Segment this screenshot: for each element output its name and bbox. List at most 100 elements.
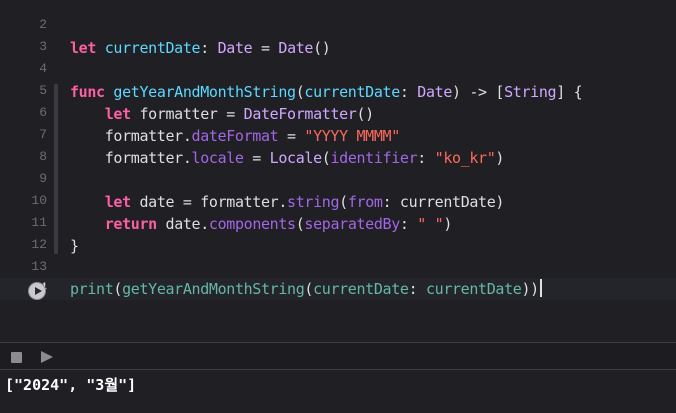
code-text: formatter.locale = Locale(identifier: "k… — [70, 148, 505, 168]
code-text: let currentDate: Date = Date() — [70, 38, 331, 58]
line-number: 9 — [39, 171, 47, 186]
code-token: Date — [217, 39, 253, 57]
code-token: : — [399, 83, 418, 101]
code-token: currentDate — [304, 83, 400, 101]
code-token: = — [278, 127, 305, 145]
line-number: 6 — [39, 105, 47, 120]
code-token: : — [417, 149, 435, 167]
code-token: return — [104, 215, 157, 233]
code-token: Date — [278, 39, 314, 57]
code-line[interactable]: 8 formatter.locale = Locale(identifier: … — [0, 147, 676, 169]
code-token: Locale — [269, 149, 322, 167]
code-token: locale — [191, 149, 244, 167]
code-token: let — [104, 105, 131, 123]
code-line[interactable]: 14print(getYearAndMonthString(currentDat… — [0, 278, 676, 300]
code-line[interactable]: 6 let formatter = DateFormatter() — [0, 103, 676, 125]
code-token: formatter. — [70, 127, 192, 145]
code-text: let date = formatter.string(from: curren… — [70, 192, 505, 212]
code-token: )) — [521, 280, 539, 298]
code-token: from — [347, 193, 383, 211]
code-text: print(getYearAndMonthString(currentDate:… — [70, 279, 542, 299]
code-token: ( — [339, 193, 348, 211]
play-icon[interactable] — [41, 351, 53, 363]
line-number: 4 — [39, 61, 47, 76]
code-text: return date.components(separatedBy: " ") — [70, 214, 453, 234]
code-token: string — [287, 193, 340, 211]
code-token: ) -> [ — [452, 83, 505, 101]
code-line[interactable]: 2 — [0, 15, 676, 37]
code-token: " " — [417, 215, 444, 233]
code-fold-ribbon[interactable] — [54, 84, 58, 254]
code-token: Date — [417, 83, 453, 101]
line-number: 10 — [31, 193, 47, 208]
code-token: ( — [113, 280, 123, 298]
code-line[interactable]: 12} — [0, 235, 676, 257]
code-token: print — [70, 280, 114, 298]
console-output: ["2024", "3월"] — [5, 376, 137, 394]
stop-icon[interactable] — [11, 352, 22, 363]
code-token: formatter = — [130, 105, 244, 123]
code-token: currentDate — [425, 280, 522, 298]
debug-toolbar — [0, 342, 676, 370]
code-token: : — [399, 215, 418, 233]
console-area[interactable]: ["2024", "3월"] — [0, 370, 676, 413]
line-number: 2 — [39, 17, 47, 32]
code-token: : — [200, 39, 218, 57]
code-line[interactable]: 9 — [0, 169, 676, 191]
code-token: currentDate — [313, 280, 409, 298]
line-number: 11 — [31, 215, 47, 230]
code-text: } — [70, 236, 79, 256]
code-token: ) — [443, 215, 453, 233]
code-line[interactable]: 5 func getYearAndMonthString(currentDate:… — [0, 81, 676, 103]
code-line[interactable]: 4 — [0, 59, 676, 81]
code-token: let — [104, 193, 131, 211]
code-token: : — [408, 280, 426, 298]
code-editor[interactable]: 2 3 let currentDate: Date = Date() 4 5 func g… — [0, 0, 676, 342]
line-number: 8 — [39, 149, 47, 164]
code-token: formatter. — [70, 149, 192, 167]
code-token: } — [70, 237, 79, 255]
line-number: 7 — [39, 127, 47, 142]
code-token: DateFormatter — [243, 105, 357, 123]
code-token: func — [70, 83, 105, 101]
code-token: date. — [156, 215, 210, 233]
code-token: = — [243, 149, 270, 167]
line-number: 3 — [39, 39, 47, 54]
text-cursor — [539, 279, 542, 297]
code-token: () — [356, 105, 375, 123]
code-text: let formatter = DateFormatter() — [70, 104, 374, 124]
code-token: currentDate — [104, 39, 201, 57]
code-line[interactable]: 10 let date = formatter.string(from: cur… — [0, 191, 676, 213]
code-token: String — [504, 83, 557, 101]
code-text: func getYearAndMonthString(currentDate: … — [70, 82, 583, 102]
code-line[interactable]: 7 formatter.dateFormat = "YYYY MMMM" — [0, 125, 676, 147]
line-number: 12 — [31, 237, 47, 252]
code-token: = — [252, 39, 279, 57]
code-token: () — [313, 39, 331, 57]
code-token: ] { — [556, 83, 583, 101]
code-token: : currentDate) — [382, 193, 505, 211]
code-token: getYearAndMonthString — [122, 280, 305, 298]
line-number: 13 — [31, 259, 47, 274]
code-token: getYearAndMonthString — [113, 83, 296, 101]
run-line-button[interactable] — [28, 282, 46, 300]
code-token: let — [70, 39, 97, 57]
code-token: "ko_kr" — [434, 149, 496, 167]
code-token: components — [208, 215, 296, 233]
code-token: ) — [495, 149, 505, 167]
code-token: identifier — [330, 149, 418, 167]
code-text: formatter.dateFormat = "YYYY MMMM" — [70, 126, 401, 146]
code-line[interactable]: 11 return date.components(separatedBy: "… — [0, 213, 676, 235]
code-line[interactable]: 13 — [0, 257, 676, 279]
code-token: "YYYY MMMM" — [304, 127, 400, 145]
code-token: dateFormat — [191, 127, 279, 145]
code-token: separatedBy — [304, 215, 400, 233]
code-token: ( — [304, 280, 314, 298]
code-token: date = formatter. — [130, 193, 288, 211]
line-number: 5 — [39, 83, 47, 98]
code-line[interactable]: 3 let currentDate: Date = Date() — [0, 37, 676, 59]
